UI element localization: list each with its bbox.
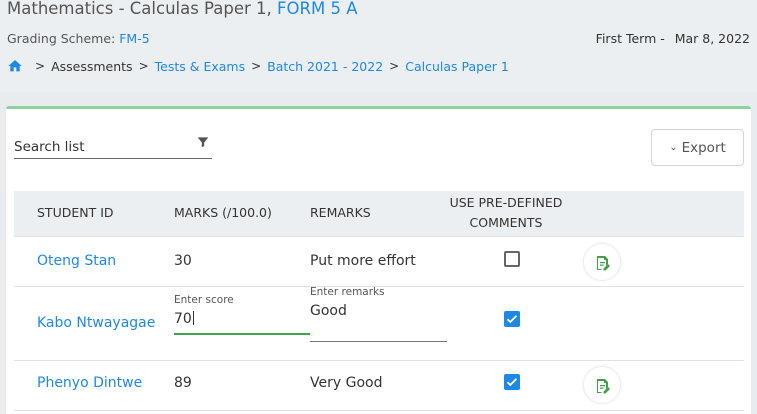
header-predefined: USE PRE-DEFINED COMMENTS (442, 193, 570, 233)
table-header: STUDENT ID MARKS (/100.0) REMARKS USE PR… (14, 191, 744, 237)
student-name-link[interactable]: Kabo Ntwayagae (37, 315, 155, 331)
edit-note-icon (597, 379, 610, 394)
edit-button[interactable] (583, 243, 621, 281)
export-label: Export (681, 139, 726, 156)
table-row: Phenyo Dintwe 89 Very Good (14, 361, 744, 411)
remarks-field-label: Enter remarks (310, 286, 385, 298)
remarks-input[interactable]: Good (310, 303, 347, 319)
remarks-input-underline (310, 341, 447, 342)
breadcrumb: > Assessments > Tests & Exams > Batch 20… (7, 58, 509, 74)
page-header: Mathematics - Calculas Paper 1, FORM 5 A… (0, 0, 757, 92)
student-name-link[interactable]: Phenyo Dintwe (37, 375, 142, 391)
score-input-value: 70 (174, 311, 192, 327)
marks-value: 89 (174, 375, 192, 391)
breadcrumb-tests-exams[interactable]: Tests & Exams (155, 59, 245, 74)
filter-icon[interactable] (196, 135, 210, 149)
chevron-down-icon: ⌄ (669, 142, 678, 153)
term-label: First Term - (595, 31, 665, 46)
table-row: Oteng Stan 30 Put more effort (14, 237, 744, 287)
breadcrumb-batch[interactable]: Batch 2021 - 2022 (267, 59, 383, 74)
remarks-value: Very Good (310, 375, 383, 391)
score-field-label: Enter score (174, 294, 234, 306)
breadcrumb-paper[interactable]: Calculas Paper 1 (405, 59, 509, 74)
term-date: First Term - Mar 8, 2022 (596, 31, 750, 46)
header-predefined-line1: USE PRE-DEFINED (449, 195, 563, 210)
search-label: Search list (14, 139, 85, 155)
export-button[interactable]: ⌄ Export (651, 129, 744, 166)
grading-scheme-value[interactable]: FM-5 (119, 31, 149, 46)
breadcrumb-assessments[interactable]: Assessments (51, 59, 133, 74)
breadcrumb-separator-icon: > (389, 59, 400, 73)
score-input-underline (174, 333, 310, 335)
title-subject: Mathematics - Calculas Paper 1, (7, 0, 272, 18)
marks-value: 30 (174, 253, 192, 269)
edit-button[interactable] (583, 366, 621, 404)
header-predefined-line2: COMMENTS (469, 215, 543, 230)
page-title: Mathematics - Calculas Paper 1, FORM 5 A (7, 0, 358, 18)
search-input[interactable]: Search list (14, 135, 212, 159)
header-student-id: STUDENT ID (37, 205, 114, 220)
edit-note-icon (597, 256, 610, 271)
grading-scheme: Grading Scheme: FM-5 (7, 31, 150, 46)
header-marks: MARKS (/100.0) (174, 205, 272, 220)
table-row-editing: Kabo Ntwayagae Enter score 70 Enter rema… (14, 286, 744, 361)
title-form-link[interactable]: FORM 5 A (277, 0, 357, 18)
remarks-value: Put more effort (310, 253, 416, 269)
predefined-checkbox[interactable] (504, 374, 520, 390)
header-remarks: REMARKS (310, 205, 371, 220)
date-label: Mar 8, 2022 (674, 31, 750, 46)
predefined-checkbox[interactable] (504, 251, 520, 267)
score-input[interactable]: 70 (174, 311, 194, 327)
breadcrumb-separator-icon: > (138, 59, 149, 73)
text-caret (192, 311, 194, 325)
check-icon (506, 315, 518, 324)
grading-scheme-label: Grading Scheme: (7, 31, 116, 46)
breadcrumb-separator-icon: > (251, 59, 262, 73)
assessment-card: Search list ⌄ Export STUDENT ID MARKS (/… (6, 106, 751, 414)
predefined-checkbox[interactable] (504, 311, 520, 327)
check-icon (506, 378, 518, 387)
student-name-link[interactable]: Oteng Stan (37, 253, 116, 269)
breadcrumb-separator-icon: > (35, 59, 46, 73)
home-icon[interactable] (7, 58, 23, 74)
